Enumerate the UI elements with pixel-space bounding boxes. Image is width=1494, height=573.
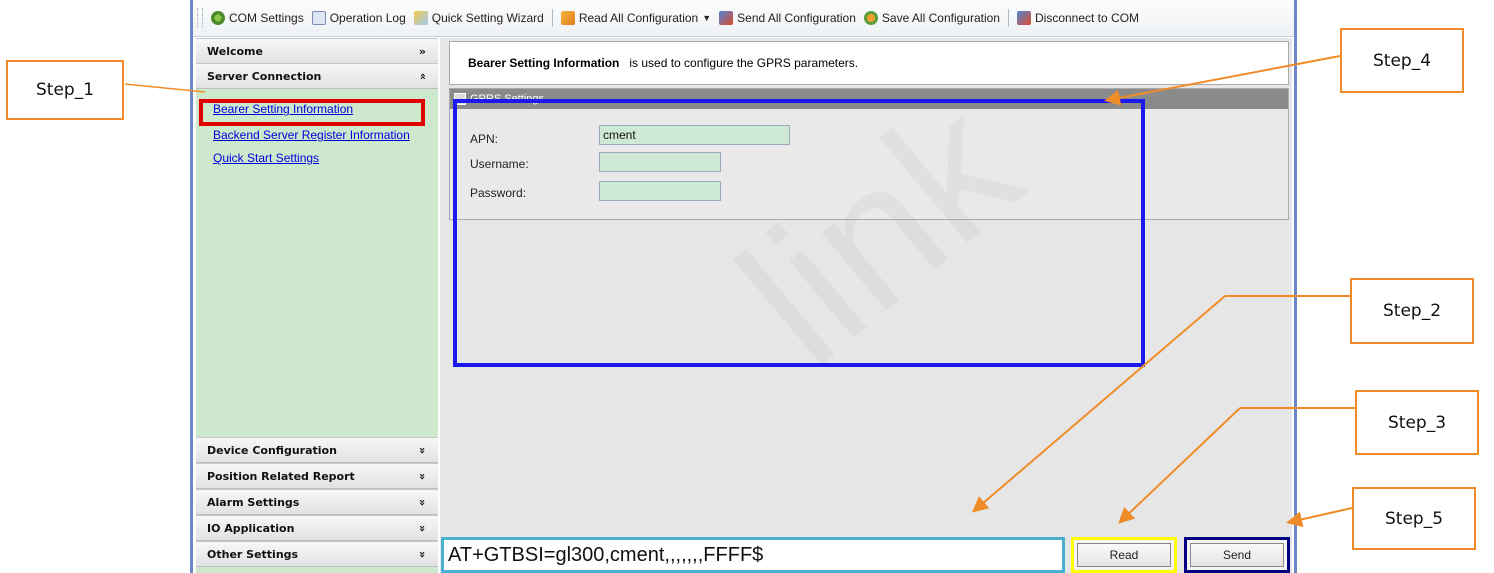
annotation-arrows — [124, 55, 1355, 528]
step3-arrow-diag — [1118, 407, 1241, 524]
step2-arrow-diag — [971, 295, 1226, 513]
step2-annotation: Step_2 — [1350, 278, 1474, 344]
step4-annotation: Step_4 — [1340, 28, 1464, 93]
step4-arrow — [1104, 55, 1341, 106]
step1-annotation: Step_1 — [6, 60, 124, 120]
step5-annotation: Step_5 — [1352, 487, 1476, 550]
step5-arrow — [1286, 507, 1353, 528]
step1-arrow — [124, 83, 206, 93]
step3-annotation: Step_3 — [1355, 390, 1479, 455]
